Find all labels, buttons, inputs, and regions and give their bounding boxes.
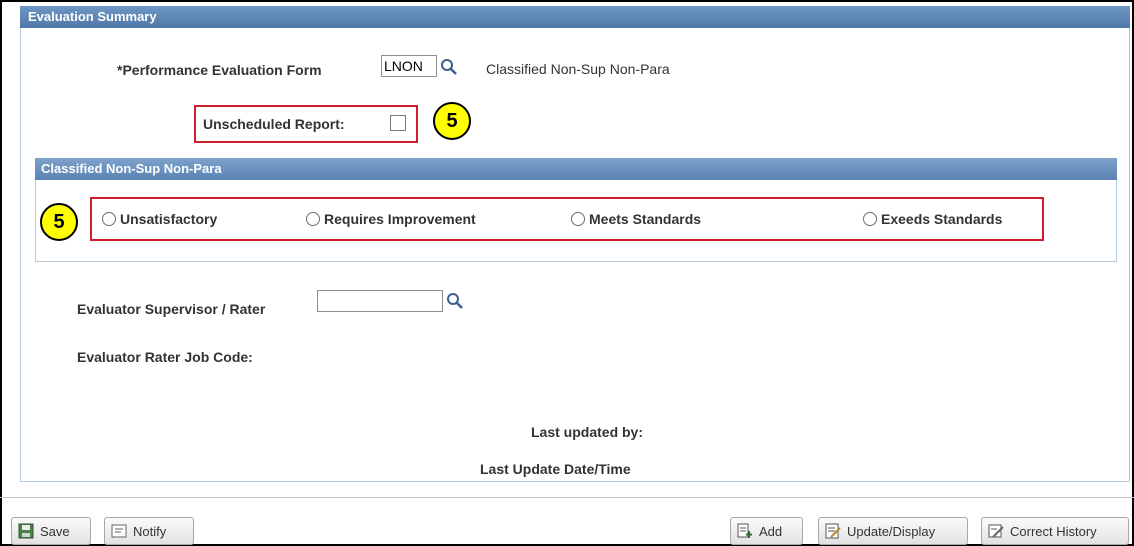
radio-unsatisfactory-label: Unsatisfactory [120,211,218,227]
correct-history-button[interactable]: Correct History [981,517,1129,545]
evaluator-lookup-icon[interactable] [446,292,464,310]
perf-eval-form-description: Classified Non-Sup Non-Para [486,61,670,77]
unscheduled-report-label: Unscheduled Report: [203,116,345,132]
add-icon [737,523,753,539]
evaluator-supervisor-input[interactable] [317,290,443,312]
notify-button[interactable]: Notify [104,517,194,545]
step-callout-rating: 5 [40,203,78,241]
notify-icon [111,523,127,539]
unscheduled-report-checkbox[interactable] [390,115,406,131]
radio-unsatisfactory-button[interactable] [102,212,116,226]
perf-eval-form-label: *Performance Evaluation Form [117,62,322,78]
perf-eval-form-input[interactable]: LNON [381,55,437,77]
perf-eval-lookup-icon[interactable] [440,58,458,76]
evaluation-summary-header: Evaluation Summary [20,6,1130,28]
radio-exceeds-standards-button[interactable] [863,212,877,226]
toolbar-divider [0,497,1134,498]
step-callout-unscheduled: 5 [433,102,471,140]
save-button[interactable]: Save [11,517,91,545]
update-display-button[interactable]: Update/Display [818,517,968,545]
radio-exceeds-standards[interactable]: Exeeds Standards [863,211,1002,227]
radio-meets-standards-label: Meets Standards [589,211,702,227]
save-icon [18,523,34,539]
rating-group-header: Classified Non-Sup Non-Para [35,158,1117,180]
last-updated-by-label: Last updated by: [531,424,644,440]
radio-meets-standards-button[interactable] [571,212,585,226]
correct-history-label: Correct History [1010,523,1097,539]
notify-label: Notify [133,523,167,539]
radio-exceeds-standards-label: Exeeds Standards [881,211,1003,227]
radio-meets-standards[interactable]: Meets Standards [571,211,701,227]
radio-requires-improvement-label: Requires Improvement [324,211,476,227]
add-button[interactable]: Add [730,517,803,545]
correct-history-icon [988,523,1004,539]
radio-requires-improvement[interactable]: Requires Improvement [306,211,476,227]
evaluator-job-code-label: Evaluator Rater Job Code: [77,349,253,365]
radio-unsatisfactory[interactable]: Unsatisfactory [102,211,217,227]
update-display-icon [825,523,841,539]
radio-requires-improvement-button[interactable] [306,212,320,226]
update-display-label: Update/Display [847,523,936,539]
evaluator-supervisor-label: Evaluator Supervisor / Rater [77,301,266,317]
add-label: Add [759,523,783,539]
save-label: Save [40,523,70,539]
last-update-datetime-label: Last Update Date/Time [480,461,631,477]
